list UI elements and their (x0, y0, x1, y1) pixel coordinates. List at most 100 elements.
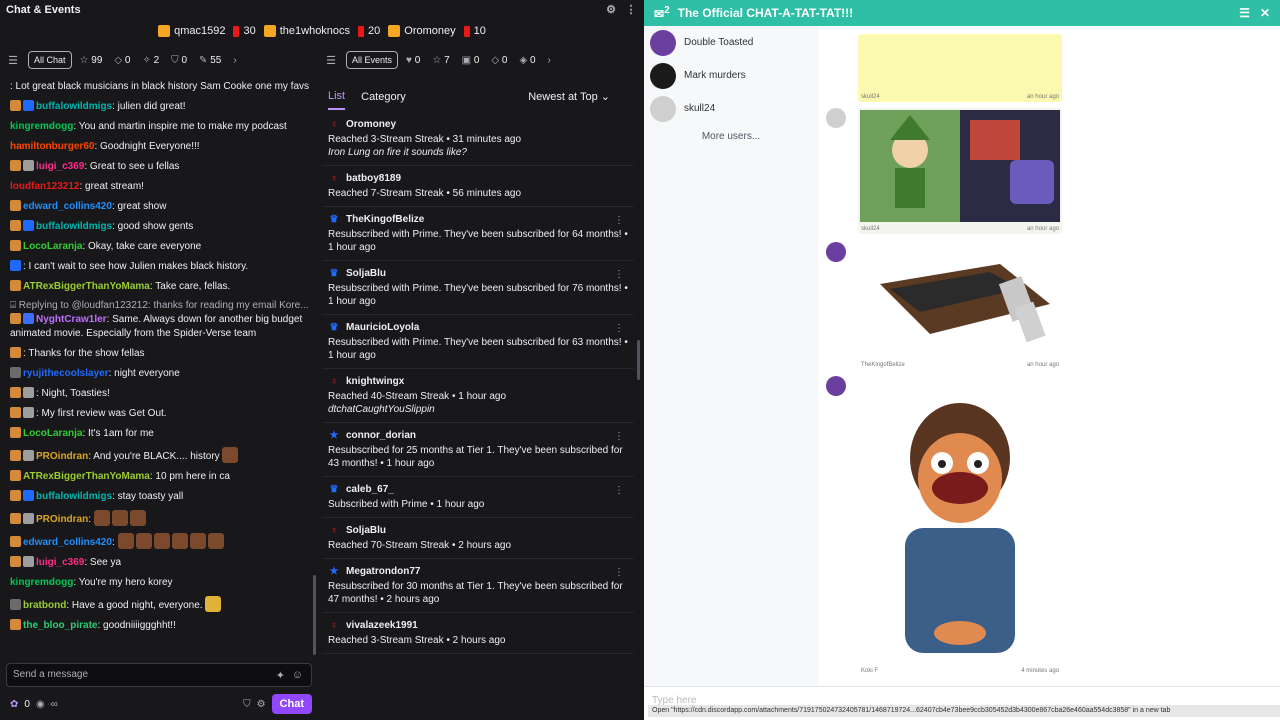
chevron-right-icon[interactable]: › (233, 55, 236, 66)
menu-icon[interactable]: ☰ (1239, 6, 1250, 20)
chat-username[interactable]: hamiltonburger60 (10, 141, 94, 152)
all-chat-filter[interactable]: All Chat (28, 51, 72, 69)
chat-message-list[interactable]: : Lot great black musicians in black his… (0, 80, 318, 660)
tab-category[interactable]: Category (361, 89, 406, 103)
chat-username[interactable]: NyghtCraw1ler (36, 314, 107, 325)
chat-username[interactable]: buffalowildmigs (36, 101, 112, 112)
more-options-icon[interactable]: ⋮ (614, 268, 624, 281)
chat-username[interactable]: edward_collins420 (23, 201, 112, 212)
user-settings-icon[interactable]: ⚙ (604, 3, 618, 17)
filter-count[interactable]: ✧ 2 (142, 55, 159, 66)
more-options-icon[interactable]: ⋮ (614, 566, 624, 579)
filter-count[interactable]: ◇ 0 (491, 55, 507, 66)
prime-crown-icon: ♛ (329, 483, 339, 495)
chat-username[interactable]: the_bloo_pirate (23, 620, 97, 631)
notification-badge[interactable]: ✉2 (654, 5, 670, 21)
event-item[interactable]: ♛ caleb_67_ Subscribed with Prime • 1 hou… (322, 477, 634, 518)
infinity-icon: ∞ (50, 698, 58, 710)
event-item[interactable]: ♁ knightwingx Reached 40-Stream Streak • … (322, 369, 634, 423)
events-filter-bar: ☰ All Events ♥ 0 ☆ 7 ▣ 0 ◇ 0 ◈ 0 › (324, 48, 636, 72)
filter-count[interactable]: ✎ 55 (199, 55, 221, 66)
chat-username[interactable]: luigi_c369 (36, 161, 84, 172)
chat-username[interactable]: luigi_c369 (36, 557, 84, 568)
message-author: TheKingofBelize (861, 362, 905, 368)
channel-points-icon[interactable]: ✿ (10, 699, 18, 710)
events-scrollbar[interactable] (637, 340, 640, 380)
chat-username[interactable]: edward_collins420 (23, 537, 112, 548)
chat-input[interactable]: Send a message ✦ ☺ (6, 663, 312, 687)
filter-count[interactable]: ☆ 99 (80, 55, 103, 66)
filter-count[interactable]: ▣ 0 (462, 55, 480, 66)
event-item[interactable]: ♛ MauricioLoyola Resubscribed with Prime.… (322, 315, 634, 369)
chat-username[interactable]: PROindran (36, 514, 88, 525)
console-image (880, 264, 1050, 343)
chat-username[interactable]: ryujithecoolslayer (23, 368, 109, 379)
more-options-icon[interactable]: ⋮ (614, 430, 624, 443)
event-item[interactable]: ★ Megatrondon77 Resubscribed for 30 month… (322, 559, 634, 613)
chat-send-button[interactable]: Chat (271, 694, 312, 714)
image-message[interactable]: skull24 an hour ago (858, 34, 1062, 102)
bits-icon[interactable]: ✦ (276, 669, 285, 682)
all-events-filter[interactable]: All Events (346, 51, 399, 69)
event-item[interactable]: ♛ SoljaBlu Resubscribed with Prime. They'… (322, 261, 634, 315)
image-message[interactable]: TheKingofBelize an hour ago (858, 242, 1062, 370)
prime-crown-icon: ♛ (329, 321, 339, 333)
emote-picker-icon[interactable]: ☺ (292, 669, 303, 681)
reply-context[interactable]: ⌸ Replying to @loudfan123212: thanks for… (10, 300, 310, 311)
sub-badge-icon (10, 387, 21, 398)
chat-scrollbar[interactable] (313, 575, 316, 655)
message-area[interactable]: skull24 an hour ago skull24 an hour ago (818, 26, 1278, 686)
more-users-link[interactable]: More users... (644, 131, 818, 142)
count-value: 0 (414, 54, 421, 66)
chat-username[interactable]: bratbond (23, 600, 66, 611)
more-options-icon[interactable]: ⋮ (614, 214, 624, 227)
more-options-icon[interactable]: ⋮ (614, 322, 624, 335)
user-item[interactable]: skull24 (644, 92, 818, 125)
filter-count[interactable]: ◈ 0 (519, 55, 535, 66)
chat-username[interactable]: buffalowildmigs (36, 491, 112, 502)
chat-username[interactable]: ATRexBiggerThanYoMama (23, 471, 150, 482)
events-feed: List Category Newest at Top ⌄ ♁ Oromoney … (322, 80, 634, 720)
chat-username[interactable]: ATRexBiggerThanYoMama (23, 281, 150, 292)
tab-list[interactable]: List (328, 82, 346, 110)
image-message[interactable]: Koki F 4 minutes ago (858, 376, 1062, 676)
chevron-right-icon[interactable]: › (548, 55, 551, 66)
chat-username[interactable]: loudfan123212 (10, 181, 79, 192)
chat-username[interactable]: LocoLaranja (23, 428, 82, 439)
event-item[interactable]: ♁ vivalazeek1991 Reached 3-Stream Streak … (322, 613, 634, 654)
event-item[interactable]: ♁ SoljaBlu Reached 70-Stream Streak • 2 h… (322, 518, 634, 559)
chat-username[interactable]: buffalowildmigs (36, 221, 112, 232)
filter-count[interactable]: ◇ 0 (114, 55, 130, 66)
menu-icon[interactable]: ☰ (6, 54, 20, 67)
filter-count[interactable]: ♥ 0 (406, 55, 420, 66)
event-item[interactable]: ♁ Oromoney Reached 3-Stream Streak • 31 m… (322, 112, 634, 166)
event-item[interactable]: ♛ TheKingofBelize Resubscribed with Prime… (322, 207, 634, 261)
more-options-icon[interactable]: ⋮ (614, 484, 624, 497)
avatar[interactable] (826, 376, 846, 396)
chat-message: luigi_c369: Great to see u fellas (10, 160, 310, 174)
sort-dropdown[interactable]: Newest at Top ⌄ (528, 90, 610, 103)
more-options-icon[interactable]: ⋮ (624, 3, 638, 17)
chat-username[interactable]: kingremdogg (10, 577, 73, 588)
filter-count[interactable]: ⛉ 0 (171, 55, 187, 66)
sub-badge-icon (10, 427, 21, 438)
chat-username[interactable]: PROindran (36, 451, 88, 462)
filter-count[interactable]: ☆ 7 (432, 55, 449, 66)
menu-icon[interactable]: ☰ (324, 54, 338, 67)
event-item[interactable]: ♁ batboy8189 Reached 7-Stream Streak • 56… (322, 166, 634, 207)
close-icon[interactable]: ✕ (1260, 6, 1270, 20)
vip-badge-icon (23, 160, 34, 171)
avatar[interactable] (826, 108, 846, 128)
chat-username[interactable]: kingremdogg (10, 121, 73, 132)
prediction-icon[interactable]: ◉ (36, 699, 45, 710)
shield-icon[interactable]: ⛉ (243, 699, 251, 710)
gear-icon[interactable]: ⚙ (257, 699, 266, 710)
avatar[interactable] (826, 242, 846, 262)
user-item[interactable]: Double Toasted (644, 26, 818, 59)
user-item[interactable]: Mark murders (644, 59, 818, 92)
events-filter-counts: ♥ 0 ☆ 7 ▣ 0 ◇ 0 ◈ 0 › (406, 55, 551, 66)
chat-username[interactable]: LocoLaranja (23, 241, 82, 252)
sub-badge-icon (10, 347, 21, 358)
image-message[interactable]: skull24 an hour ago (858, 108, 1062, 234)
event-item[interactable]: ★ connor_dorian Resubscribed for 25 month… (322, 423, 634, 477)
